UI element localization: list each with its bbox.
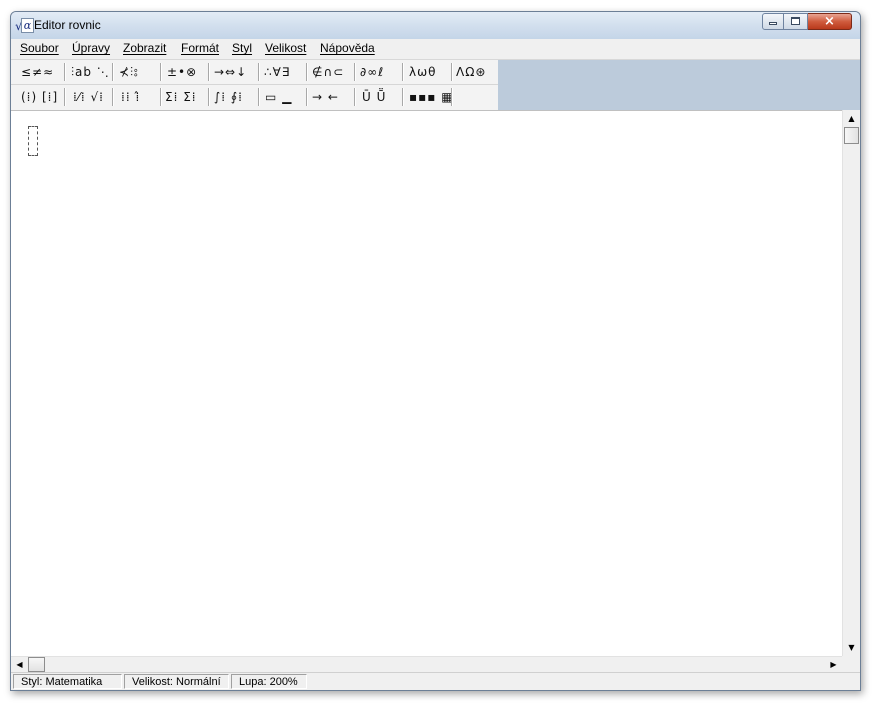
- minimize-icon: [769, 22, 777, 25]
- horizontal-scrollbar[interactable]: ◀ ▶: [11, 656, 842, 672]
- menu-zobrazit[interactable]: Zobrazit: [123, 41, 166, 55]
- close-button[interactable]: ×: [808, 13, 852, 30]
- scroll-right-arrow-icon[interactable]: ▶: [825, 656, 842, 673]
- toolbar-row-divider: [11, 84, 498, 85]
- vertical-scroll-thumb[interactable]: [844, 127, 859, 144]
- toolbar-separator: [354, 63, 356, 81]
- window-title: Editor rovnic: [34, 18, 101, 32]
- labeled-arrow-templates-button[interactable]: → ←: [312, 88, 339, 106]
- fraction-radical-templates-button[interactable]: ⁞⁄⁞ √⁞: [73, 88, 104, 106]
- toolbar-separator: [160, 63, 162, 81]
- relations-palette-button[interactable]: ≤≠≈: [21, 63, 54, 81]
- vertical-scrollbar[interactable]: ▲ ▼: [842, 110, 860, 656]
- logic-palette-button[interactable]: ∴∀∃: [264, 63, 290, 81]
- sets-palette-button[interactable]: ∉∩⊂: [312, 63, 344, 81]
- equation-canvas[interactable]: [11, 110, 842, 657]
- sqrt-alpha-icon[interactable]: √ α: [15, 18, 34, 34]
- toolbar-separator: [64, 63, 66, 81]
- scroll-left-arrow-icon[interactable]: ◀: [11, 656, 28, 673]
- greek-upper-palette-button[interactable]: ΛΩ⊛: [456, 63, 486, 81]
- menu-napoveda[interactable]: Nápověda: [320, 41, 375, 55]
- title-bar[interactable]: √ α Editor rovnic ×: [11, 12, 860, 39]
- subscript-superscript-templates-button[interactable]: ⁞⁞ ⁞̂: [121, 88, 140, 106]
- integral-templates-button[interactable]: ∫⁞ ∮⁞: [214, 88, 243, 106]
- toolbar-separator: [112, 88, 114, 106]
- equation-editor-window: √ α Editor rovnic × Soubor Úpravy Zobrazi…: [10, 11, 861, 691]
- close-icon: ×: [824, 14, 835, 29]
- underbar-overbar-templates-button[interactable]: ▭ ▁: [265, 88, 292, 106]
- embellishments-palette-button[interactable]: ⊀⫶⦂: [119, 63, 139, 81]
- matrix-templates-button[interactable]: ▪▪▪ ▦: [409, 88, 454, 106]
- menu-styl[interactable]: Styl: [232, 41, 252, 55]
- menu-soubor[interactable]: Soubor: [20, 41, 59, 55]
- misc-symbols-palette-button[interactable]: ∂∞ℓ: [360, 63, 384, 81]
- menu-format[interactable]: Formát: [181, 41, 219, 55]
- status-size: Velikost: Normální: [124, 674, 229, 689]
- operators-palette-button[interactable]: ±•⊗: [167, 63, 197, 81]
- status-style: Styl: Matematika: [13, 674, 122, 689]
- toolbar-separator: [402, 63, 404, 81]
- menu-velikost[interactable]: Velikost: [265, 41, 306, 55]
- toolbar-separator: [64, 88, 66, 106]
- greek-lower-palette-button[interactable]: λωθ: [409, 63, 437, 81]
- toolbar-separator: [258, 63, 260, 81]
- symbol-palette: ≤≠≈ ⫶ab ⋱ ⊀⫶⦂ ±•⊗ →⇔↓ ∴∀∃ ∉∩⊂ ∂∞ℓ λωθ ΛΩ…: [11, 60, 498, 110]
- toolbar-separator: [306, 63, 308, 81]
- size-grip[interactable]: [842, 656, 860, 672]
- toolbar-separator: [451, 88, 453, 106]
- status-zoom: Lupa: 200%: [231, 674, 307, 689]
- maximize-icon: [791, 17, 800, 25]
- toolbar-separator: [354, 88, 356, 106]
- menu-bar: Soubor Úpravy Zobrazit Formát Styl Velik…: [11, 39, 860, 60]
- horizontal-scroll-thumb[interactable]: [28, 657, 45, 672]
- toolbar-separator: [208, 88, 210, 106]
- toolbar-area: ≤≠≈ ⫶ab ⋱ ⊀⫶⦂ ±•⊗ →⇔↓ ∴∀∃ ∉∩⊂ ∂∞ℓ λωθ ΛΩ…: [11, 60, 860, 110]
- status-bar: Styl: Matematika Velikost: Normální Lupa…: [11, 672, 860, 690]
- menu-upravy[interactable]: Úpravy: [72, 41, 110, 55]
- fence-templates-button[interactable]: (⁞) [⁞]: [21, 88, 58, 106]
- scroll-up-arrow-icon[interactable]: ▲: [843, 110, 860, 127]
- toolbar-separator: [451, 63, 453, 81]
- empty-slot-placeholder[interactable]: [28, 126, 38, 156]
- toolbar-separator: [306, 88, 308, 106]
- toolbar-separator: [208, 63, 210, 81]
- scroll-down-arrow-icon[interactable]: ▼: [843, 639, 860, 656]
- minimize-button[interactable]: [762, 13, 784, 30]
- summation-templates-button[interactable]: Σ⁞ Σ⁞: [165, 88, 197, 106]
- toolbar-separator: [258, 88, 260, 106]
- arrows-palette-button[interactable]: →⇔↓: [214, 63, 247, 81]
- spaces-palette-button[interactable]: ⫶ab ⋱: [71, 63, 110, 81]
- maximize-button[interactable]: [784, 13, 808, 30]
- products-set-templates-button[interactable]: Ū Ṻ: [362, 88, 386, 106]
- toolbar-separator: [402, 88, 404, 106]
- toolbar-separator: [112, 63, 114, 81]
- toolbar-separator: [160, 88, 162, 106]
